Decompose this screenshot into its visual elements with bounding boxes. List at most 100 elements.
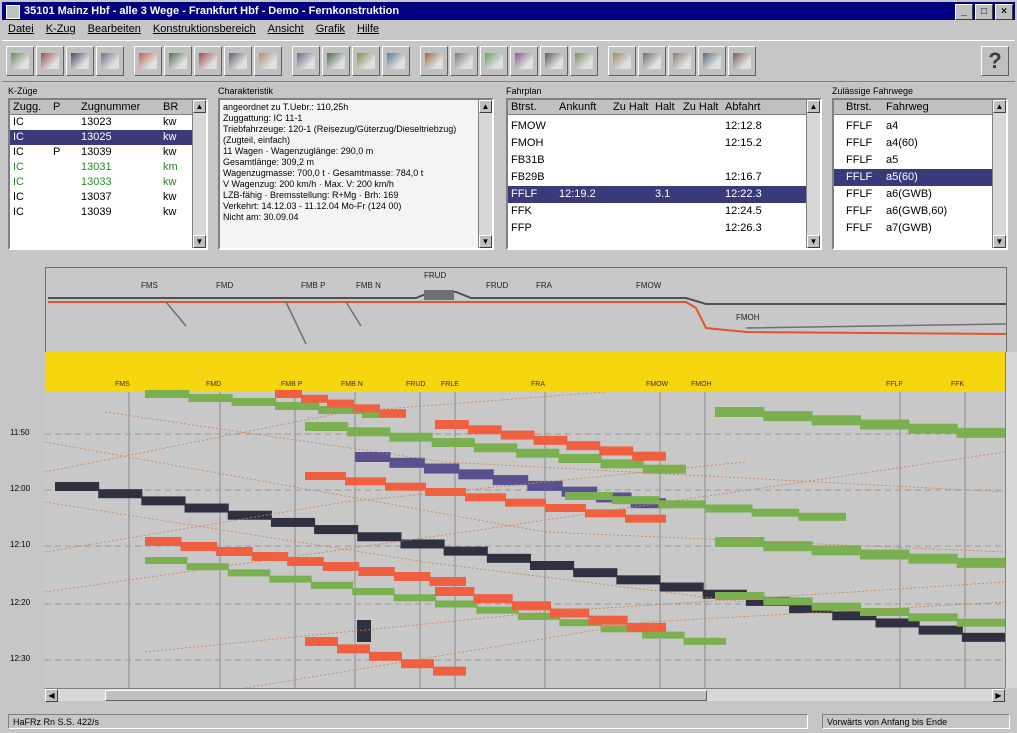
fahrweg-row[interactable]: FFLF a4(60) xyxy=(834,135,1006,152)
train-path[interactable] xyxy=(287,557,324,566)
train-path[interactable] xyxy=(642,464,686,474)
train-path[interactable] xyxy=(393,572,431,581)
train-path[interactable] xyxy=(486,553,531,563)
fahrplan-row[interactable]: FMOH 12:15.2 xyxy=(508,135,820,152)
train-path[interactable] xyxy=(798,512,846,521)
train-path[interactable] xyxy=(642,631,685,639)
train-path[interactable] xyxy=(435,600,478,608)
train-path[interactable] xyxy=(251,552,289,561)
menu-ansicht[interactable]: Ansicht xyxy=(262,21,310,39)
train-path[interactable] xyxy=(431,438,475,447)
train-path[interactable] xyxy=(908,613,958,622)
train-path[interactable] xyxy=(683,637,726,645)
train-path[interactable] xyxy=(141,496,186,506)
fahrplan-row[interactable]: FMOW 12:12.8 xyxy=(508,118,820,135)
toolbar-button-8[interactable] xyxy=(224,46,252,76)
scroll-down-icon[interactable]: ▼ xyxy=(193,235,206,248)
train-path[interactable] xyxy=(715,407,765,417)
column-header[interactable]: Zu Halt xyxy=(613,100,655,114)
train-path[interactable] xyxy=(358,567,395,576)
toolbar-button-4[interactable] xyxy=(96,46,124,76)
train-path[interactable] xyxy=(458,469,494,480)
column-header[interactable]: Btrst. xyxy=(834,100,886,114)
column-header[interactable]: Ankunft xyxy=(559,100,613,114)
toolbar-button-15[interactable] xyxy=(450,46,478,76)
kzuege-list[interactable]: Zugg. P Zugnummer BR IC 13023 kw IC 13025 kw I… xyxy=(8,98,208,250)
fahrweg-row[interactable]: FFLF a5(60) xyxy=(834,169,1006,186)
kzug-row[interactable]: IC 13031 km xyxy=(10,160,206,175)
kzug-row[interactable]: IC 13023 kw xyxy=(10,115,206,130)
train-path[interactable] xyxy=(231,398,276,406)
train-path[interactable] xyxy=(956,618,1005,627)
toolbar-button-14[interactable] xyxy=(420,46,448,76)
train-path[interactable] xyxy=(184,503,229,513)
toolbar-button-12[interactable] xyxy=(352,46,380,76)
train-path[interactable] xyxy=(305,422,349,431)
fahrwege-scrollbar[interactable]: ▲ ▼ xyxy=(992,100,1006,248)
kzuege-scrollbar[interactable]: ▲ ▼ xyxy=(192,100,206,248)
train-path[interactable] xyxy=(860,549,910,560)
train-path[interactable] xyxy=(625,514,666,523)
toolbar-button-19[interactable] xyxy=(570,46,598,76)
train-path[interactable] xyxy=(505,498,546,507)
kzug-row[interactable]: IC 13033 kw xyxy=(10,175,206,190)
help-button[interactable]: ? xyxy=(981,46,1009,76)
train-path[interactable] xyxy=(389,432,433,442)
fahrplan-scrollbar[interactable]: ▲ ▼ xyxy=(806,100,820,248)
train-path[interactable] xyxy=(585,509,626,518)
scroll-up-icon[interactable]: ▲ xyxy=(993,100,1006,113)
train-path[interactable] xyxy=(516,448,560,458)
scroll-thumb[interactable] xyxy=(105,690,707,701)
train-path[interactable] xyxy=(429,577,466,586)
train-path[interactable] xyxy=(956,427,1005,438)
train-path[interactable] xyxy=(423,463,460,474)
column-header[interactable]: Abfahrt xyxy=(725,100,775,114)
train-path[interactable] xyxy=(545,504,586,512)
train-path[interactable] xyxy=(616,575,661,585)
train-path[interactable] xyxy=(379,409,406,418)
fahrweg-row[interactable]: FFLF a7(GWB) xyxy=(834,220,1006,237)
train-path[interactable] xyxy=(566,441,601,451)
toolbar-button-21[interactable] xyxy=(638,46,666,76)
graph-vscroll[interactable] xyxy=(1005,352,1017,688)
train-path[interactable] xyxy=(305,472,346,480)
train-path[interactable] xyxy=(305,637,338,646)
scroll-down-icon[interactable]: ▼ xyxy=(479,235,492,248)
fahrwege-list[interactable]: Btrst. Fahrweg FFLF a4 FFLF a4(60) FFLF a5 FFL… xyxy=(832,98,1008,250)
column-header[interactable]: Zugnummer xyxy=(81,100,163,114)
kzug-row[interactable]: IC 13039 kw xyxy=(10,205,206,220)
train-path[interactable] xyxy=(533,435,568,445)
train-path[interactable] xyxy=(467,425,502,435)
train-path[interactable] xyxy=(599,446,634,456)
scroll-down-icon[interactable]: ▼ xyxy=(993,235,1006,248)
train-path[interactable] xyxy=(310,581,354,589)
train-path[interactable] xyxy=(269,575,312,583)
maximize-button[interactable]: □ xyxy=(975,4,993,20)
train-path[interactable] xyxy=(353,404,380,413)
toolbar-button-9[interactable] xyxy=(254,46,282,76)
column-header[interactable]: Fahrweg xyxy=(886,100,946,114)
toolbar-button-1[interactable] xyxy=(6,46,34,76)
train-path[interactable] xyxy=(352,588,395,596)
column-header[interactable]: Zu Halt xyxy=(683,100,725,114)
scroll-down-icon[interactable]: ▼ xyxy=(807,235,820,248)
train-path[interactable] xyxy=(433,666,466,676)
train-path[interactable] xyxy=(55,482,100,491)
train-path[interactable] xyxy=(227,569,271,577)
track-overview[interactable]: FMS FMD FMB P FMB N FRUD FRUD FRA FMOW FMOH xyxy=(45,267,1007,353)
train-path[interactable] xyxy=(705,504,753,513)
train-path[interactable] xyxy=(188,394,233,402)
train-path[interactable] xyxy=(860,419,910,430)
train-path[interactable] xyxy=(908,553,958,564)
train-path[interactable] xyxy=(465,493,506,502)
kzug-row[interactable]: IC P 13039 kw xyxy=(10,145,206,160)
train-path[interactable] xyxy=(314,525,359,535)
train-path[interactable] xyxy=(763,597,813,606)
train-path[interactable] xyxy=(357,532,402,542)
train-path[interactable] xyxy=(227,510,272,520)
train-path[interactable] xyxy=(473,443,518,453)
toolbar-button-6[interactable] xyxy=(164,46,192,76)
train-path[interactable] xyxy=(393,594,436,602)
column-header[interactable]: BR xyxy=(163,100,183,114)
train-path[interactable] xyxy=(275,390,302,398)
